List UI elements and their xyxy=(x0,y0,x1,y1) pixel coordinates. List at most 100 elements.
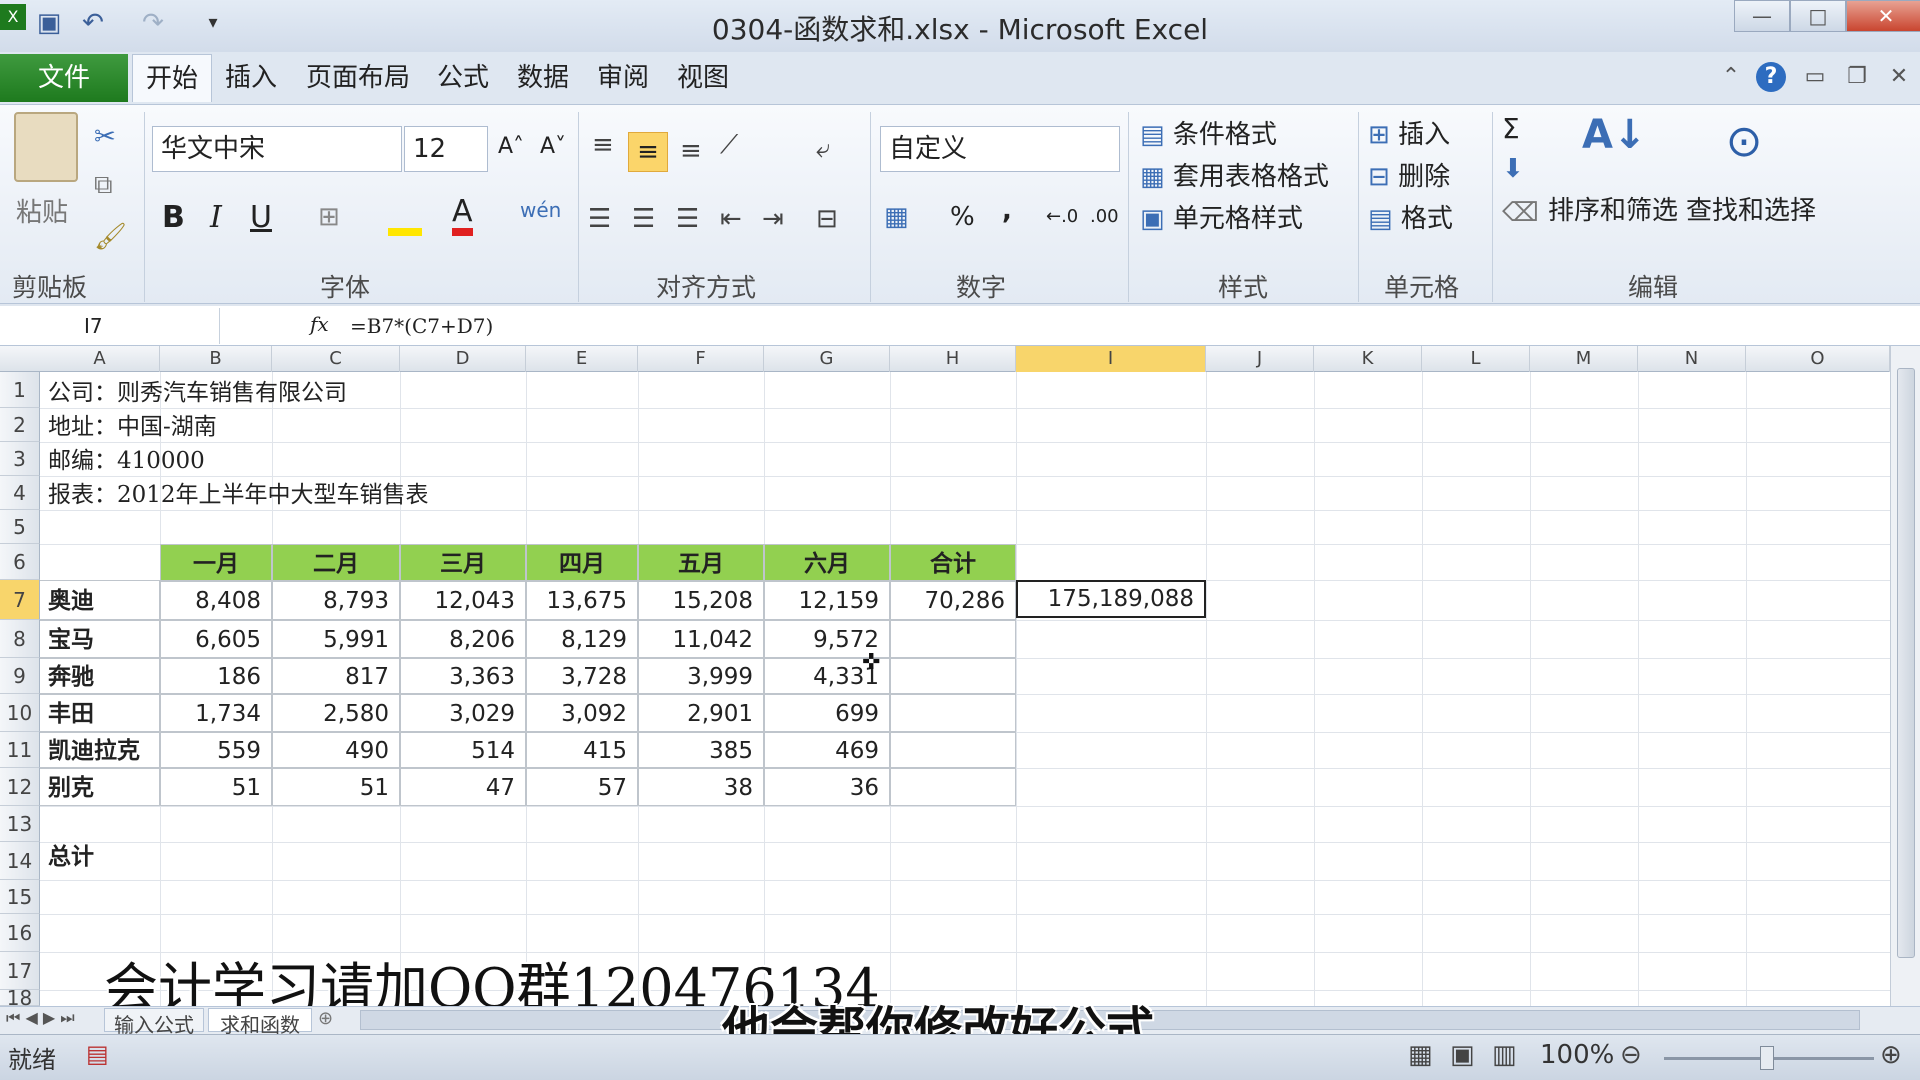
cut-icon[interactable]: ✂ xyxy=(94,122,116,152)
column-header-M[interactable]: M xyxy=(1530,346,1638,372)
zip-cell[interactable]: 邮编：410000 xyxy=(48,444,205,478)
table-cell[interactable]: 13,675 xyxy=(526,580,638,620)
zoom-level[interactable]: 100% xyxy=(1540,1040,1614,1070)
table-cell[interactable]: 15,208 xyxy=(638,580,764,620)
tab-view[interactable]: 视图 xyxy=(670,54,736,102)
table-cell[interactable] xyxy=(890,694,1016,732)
align-left-icon[interactable]: ☰ xyxy=(588,204,611,234)
table-cell[interactable] xyxy=(890,732,1016,768)
column-header-N[interactable]: N xyxy=(1638,346,1746,372)
decrease-indent-icon[interactable]: ⇤ xyxy=(720,204,742,234)
accounting-format-icon[interactable]: ▦ xyxy=(884,202,909,232)
table-cell[interactable]: 699 xyxy=(764,694,890,732)
align-center-icon[interactable]: ☰ xyxy=(632,204,655,234)
table-header-cell[interactable]: 一月 xyxy=(160,544,272,582)
row-header-17[interactable]: 17 xyxy=(0,952,40,990)
row-header-2[interactable]: 2 xyxy=(0,408,40,442)
tab-file[interactable]: 文件 xyxy=(0,54,128,102)
table-cell[interactable]: 469 xyxy=(764,732,890,768)
row-header-11[interactable]: 11 xyxy=(0,732,40,768)
wrap-text-icon[interactable]: ⤶ xyxy=(816,134,831,165)
column-header-D[interactable]: D xyxy=(400,346,526,372)
address-cell[interactable]: 地址：中国-湖南 xyxy=(48,410,217,444)
table-header-cell[interactable]: 二月 xyxy=(272,544,400,582)
help-icon[interactable]: ? xyxy=(1756,62,1786,92)
brand-cell[interactable]: 丰田 xyxy=(40,694,160,732)
table-cell[interactable]: 1,734 xyxy=(160,694,272,732)
workbook-close-icon[interactable]: ✕ xyxy=(1884,62,1914,92)
macro-record-icon[interactable]: ▤ xyxy=(86,1040,109,1068)
page-layout-view-icon[interactable]: ▣ xyxy=(1450,1040,1475,1070)
row-header-13[interactable]: 13 xyxy=(0,806,40,842)
table-cell[interactable]: 559 xyxy=(160,732,272,768)
row-header-15[interactable]: 15 xyxy=(0,880,40,914)
percent-button[interactable]: % xyxy=(950,202,975,232)
row-header-4[interactable]: 4 xyxy=(0,476,40,510)
find-select-button[interactable]: 查找和选择 xyxy=(1686,190,1816,227)
increase-indent-icon[interactable]: ⇥ xyxy=(762,204,784,234)
new-sheet-icon[interactable]: ⊕ xyxy=(318,1008,333,1029)
orientation-icon[interactable]: ⟋ xyxy=(720,130,738,161)
format-as-table-button[interactable]: 套用表格格式 xyxy=(1173,162,1329,192)
table-cell[interactable]: 2,901 xyxy=(638,694,764,732)
conditional-format-button[interactable]: 条件格式 xyxy=(1173,120,1277,150)
table-cell[interactable]: 38 xyxy=(638,768,764,806)
grow-font-icon[interactable]: A˄ xyxy=(498,134,524,159)
row-header-8[interactable]: 8 xyxy=(0,620,40,658)
tab-home[interactable]: 开始 xyxy=(132,54,212,102)
table-cell[interactable]: 8,206 xyxy=(400,620,526,658)
delete-cells-button[interactable]: 删除 xyxy=(1398,162,1450,192)
decrease-decimal-icon[interactable]: .00 xyxy=(1090,206,1119,227)
table-cell[interactable]: 47 xyxy=(400,768,526,806)
borders-icon[interactable]: ⊞ xyxy=(318,202,340,232)
table-header-cell[interactable]: 三月 xyxy=(400,544,526,582)
table-cell[interactable] xyxy=(890,620,1016,658)
zoom-slider-thumb[interactable] xyxy=(1760,1046,1774,1070)
table-cell[interactable]: 817 xyxy=(272,658,400,694)
total-label-cell[interactable]: 总计 xyxy=(48,840,94,874)
brand-cell[interactable]: 别克 xyxy=(40,768,160,806)
page-break-view-icon[interactable]: ▥ xyxy=(1492,1040,1517,1070)
report-cell[interactable]: 报表：2012年上半年中大型车销售表 xyxy=(48,478,429,512)
table-header-cell[interactable]: 五月 xyxy=(638,544,764,582)
brand-cell[interactable]: 宝马 xyxy=(40,620,160,658)
fill-icon[interactable]: ⬇ xyxy=(1502,154,1524,184)
table-cell[interactable]: 8,793 xyxy=(272,580,400,620)
sheet-nav-icon[interactable]: ⏮ ◀ ▶ ⏭ xyxy=(6,1008,75,1028)
phonetic-icon[interactable]: wén xyxy=(520,198,561,222)
zoom-in-icon[interactable]: ⊕ xyxy=(1880,1040,1902,1070)
table-cell[interactable]: 36 xyxy=(764,768,890,806)
table-cell[interactable]: 8,129 xyxy=(526,620,638,658)
collapse-ribbon-icon[interactable]: ⌃ xyxy=(1716,62,1746,92)
row-header-5[interactable]: 5 xyxy=(0,510,40,544)
table-cell[interactable]: 415 xyxy=(526,732,638,768)
align-top-icon[interactable]: ≡ xyxy=(592,130,614,160)
table-cell[interactable]: 12,159 xyxy=(764,580,890,620)
column-header-I[interactable]: I xyxy=(1016,346,1206,372)
column-header-B[interactable]: B xyxy=(160,346,272,372)
row-header-7[interactable]: 7 xyxy=(0,580,40,620)
minimize-button[interactable]: — xyxy=(1734,0,1790,32)
align-middle-icon[interactable]: ≡ xyxy=(628,132,668,172)
column-header-O[interactable]: O xyxy=(1746,346,1890,372)
column-header-C[interactable]: C xyxy=(272,346,400,372)
table-cell[interactable]: 186 xyxy=(160,658,272,694)
brand-cell[interactable]: 奔驰 xyxy=(40,658,160,694)
merge-center-icon[interactable]: ⊟ xyxy=(816,204,838,234)
table-cell[interactable]: 6,605 xyxy=(160,620,272,658)
row-header-12[interactable]: 12 xyxy=(0,768,40,806)
formula-input[interactable]: =B7*(C7+D7) xyxy=(350,308,493,344)
paste-button[interactable]: 粘贴 xyxy=(16,192,68,229)
italic-button[interactable]: I xyxy=(210,200,222,235)
company-cell[interactable]: 公司：则秀汽车销售有限公司 xyxy=(48,376,347,410)
tab-review[interactable]: 审阅 xyxy=(590,54,656,102)
fill-color-icon[interactable] xyxy=(388,200,422,236)
brand-cell[interactable]: 凯迪拉克 xyxy=(40,732,160,768)
table-cell[interactable]: 57 xyxy=(526,768,638,806)
column-header-F[interactable]: F xyxy=(638,346,764,372)
table-cell[interactable]: 70,286 xyxy=(890,580,1016,620)
comma-button[interactable]: , xyxy=(1002,196,1012,226)
table-cell[interactable]: 11,042 xyxy=(638,620,764,658)
workbook-minimize-icon[interactable]: ▭ xyxy=(1800,62,1830,92)
row-header-14[interactable]: 14 xyxy=(0,842,40,880)
